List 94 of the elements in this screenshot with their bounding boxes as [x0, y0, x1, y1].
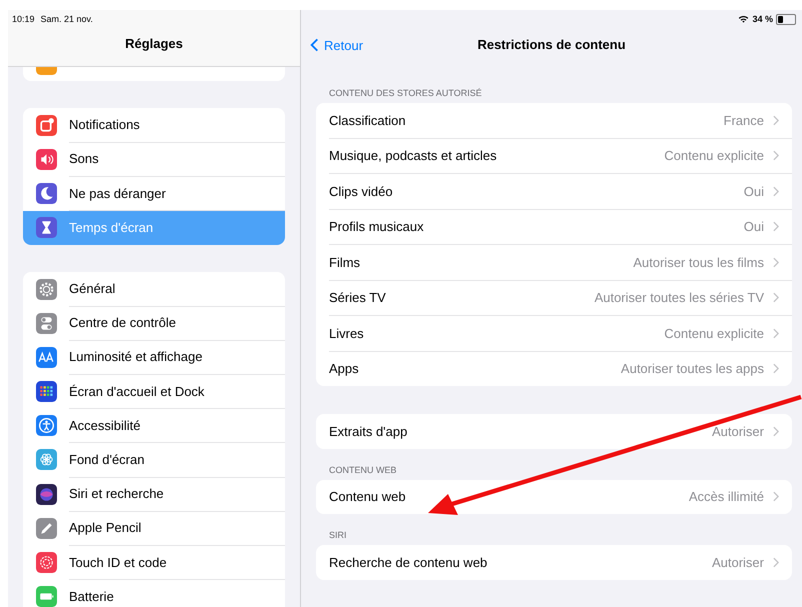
grid-icon — [36, 381, 57, 402]
row-value: Contenu explicite — [664, 326, 764, 341]
chevron-right-icon — [773, 328, 779, 339]
chevron-right-icon — [773, 491, 779, 502]
fingerprint-icon — [36, 552, 57, 574]
row-label: Musique, podcasts et articles — [329, 148, 498, 164]
flower-icon — [36, 449, 57, 470]
sidebar-label: Temps d'écran — [69, 220, 154, 236]
row-value: Oui — [744, 219, 764, 234]
page-title: Restrictions de contenu — [477, 37, 626, 52]
settings-row[interactable]: Livres Contenu explicite — [329, 316, 792, 352]
chevron-right-icon — [773, 150, 779, 162]
sidebar-label: Centre de contrôle — [69, 315, 176, 330]
sidebar-item[interactable]: Général — [23, 272, 285, 306]
battery-percent: 34 % — [752, 14, 773, 24]
row-label: Profils musicaux — [329, 219, 425, 234]
accessibility-icon — [36, 415, 57, 436]
chevron-right-icon — [773, 221, 779, 232]
toggles-icon — [36, 312, 57, 334]
sidebar-label: Accessibilité — [69, 418, 141, 433]
row-value: Oui — [744, 184, 764, 199]
sidebar-label: Siri et recherche — [69, 486, 164, 502]
settings-row[interactable]: Clips vidéo Oui — [329, 174, 792, 210]
sidebar-item[interactable]: Fond d'écran — [23, 442, 285, 478]
pencil-icon — [36, 518, 57, 539]
settings-row[interactable]: Séries TV Autoriser toutes les séries TV — [329, 280, 792, 316]
row-value: Accès illimité — [688, 489, 764, 504]
sidebar-label: Touch ID et code — [69, 554, 167, 570]
section-header: CONTENU WEB — [328, 464, 398, 476]
section-header: SIRI — [328, 529, 348, 542]
sidebar-label: Général — [69, 281, 116, 296]
row-label: Apps — [329, 361, 360, 376]
row-label: Clips vidéo — [329, 184, 394, 199]
sidebar-label: Luminosité et affichage — [69, 349, 202, 364]
sidebar-item[interactable]: Luminosité et affichage — [23, 340, 285, 374]
chevron-right-icon — [773, 363, 779, 374]
sidebar-item[interactable]: Accessibilité — [23, 408, 285, 443]
row-value: France — [724, 112, 764, 128]
sidebar-item[interactable]: Écran d'accueil et Dock — [23, 374, 285, 409]
settings-row[interactable]: Films Autoriser tous les films — [329, 245, 792, 280]
sidebar-label: Apple Pencil — [69, 520, 142, 536]
chevron-right-icon — [773, 186, 779, 197]
chevron-right-icon — [773, 292, 779, 304]
chevron-right-icon — [773, 114, 779, 126]
row-value: Autoriser — [712, 554, 764, 570]
settings-row[interactable]: Profils musicaux Oui — [329, 210, 792, 245]
settings-row[interactable]: Classification France — [329, 103, 792, 138]
moon-icon — [36, 183, 57, 204]
sidebar-label: Fond d'écran — [69, 452, 144, 467]
section-header: CONTENU DES STORES AUTORISÉ — [328, 87, 483, 100]
row-label: Extraits d'app — [329, 424, 408, 439]
row-value: Autoriser tous les films — [633, 254, 764, 270]
row-label: Contenu web — [329, 489, 407, 504]
sidebar-label: Sons — [69, 151, 99, 166]
row-value: Autoriser toutes les séries TV — [594, 290, 764, 306]
settings-row[interactable]: Musique, podcasts et articles Contenu explicite — [329, 138, 792, 174]
settings-row[interactable]: Extraits d'app Autoriser — [329, 414, 792, 448]
status-date: Sam. 21 nov. — [40, 14, 93, 24]
row-label: Livres — [329, 326, 365, 341]
row-value: Autoriser toutes les apps — [620, 361, 764, 376]
hourglass-icon — [36, 217, 57, 238]
settings-row[interactable]: Contenu web Accès illimité — [329, 480, 792, 514]
sidebar-item[interactable]: Batterie — [23, 580, 285, 607]
sidebar-item[interactable]: Notifications — [23, 108, 285, 142]
back-button[interactable]: Retour — [301, 38, 364, 52]
wifi-icon — [738, 15, 750, 23]
sidebar-label: Ne pas déranger — [69, 186, 166, 201]
chevron-right-icon — [773, 556, 779, 568]
sidebar-item[interactable]: Centre de contrôle — [23, 306, 285, 340]
sidebar-item[interactable]: Siri et recherche — [23, 477, 285, 512]
chevron-left-icon — [310, 38, 319, 52]
sidebar-label: Batterie — [69, 589, 114, 604]
row-label: Séries TV — [329, 290, 387, 306]
row-label: Classification — [329, 112, 407, 128]
sound-icon — [36, 148, 57, 170]
gear-icon — [36, 278, 57, 300]
sidebar-title: Réglages — [124, 36, 184, 51]
chevron-right-icon — [773, 256, 779, 268]
row-label: Films — [329, 254, 362, 270]
row-label: Recherche de contenu web — [329, 554, 488, 570]
battery-icon — [776, 14, 796, 24]
notifications-icon — [36, 114, 57, 136]
sidebar-label: Écran d'accueil et Dock — [69, 384, 204, 399]
sidebar-item[interactable]: Apple Pencil — [23, 511, 285, 546]
sidebar-item[interactable]: Sons — [23, 142, 285, 177]
status-time: 10:19 — [12, 14, 35, 24]
settings-row[interactable]: Apps Autoriser toutes les apps — [329, 352, 792, 386]
settings-row[interactable]: Recherche de contenu web Autoriser — [329, 545, 792, 580]
text-size-icon — [36, 346, 57, 368]
sidebar-label: Notifications — [69, 117, 140, 132]
sidebar-item[interactable]: Touch ID et code — [23, 545, 285, 580]
row-value: Autoriser — [712, 424, 764, 439]
chevron-right-icon — [773, 426, 779, 437]
row-value: Contenu explicite — [664, 148, 764, 164]
